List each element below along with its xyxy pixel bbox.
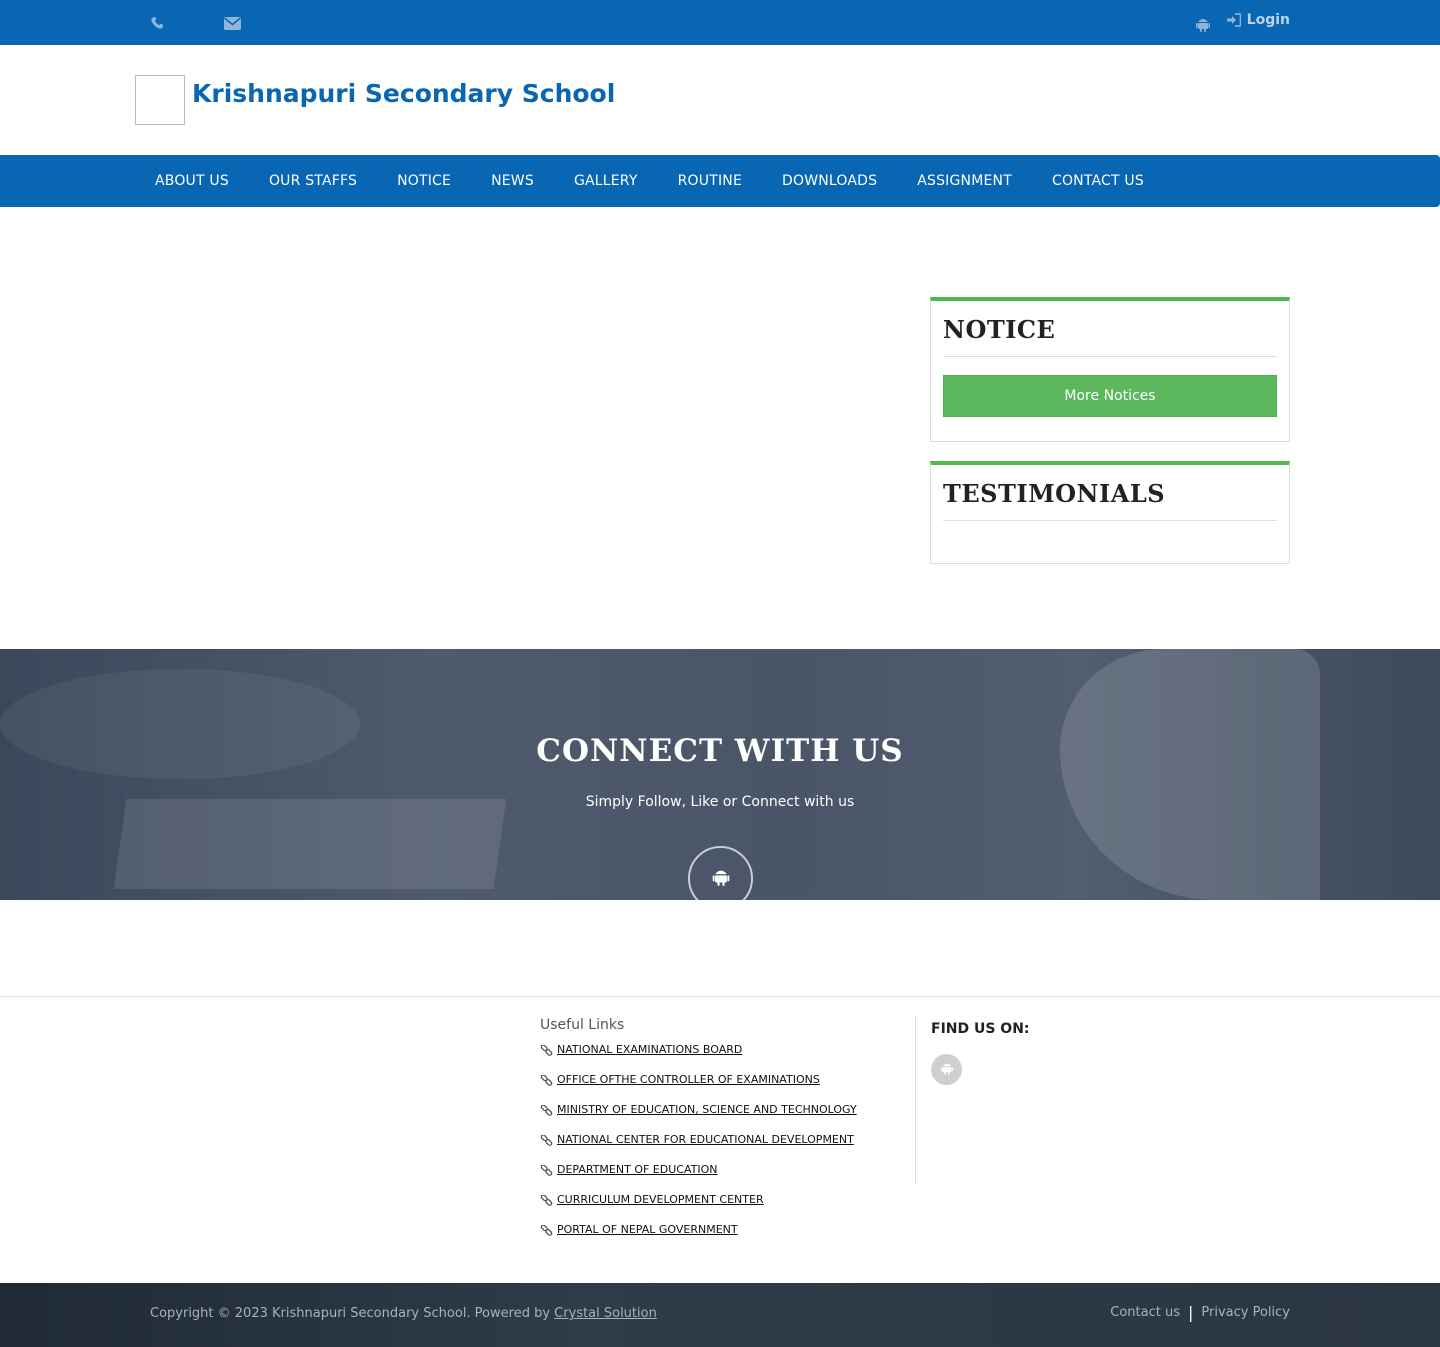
notice-panel: NOTICE More Notices xyxy=(930,297,1290,442)
link-icon xyxy=(540,1073,553,1092)
list-item: PORTAL OF NEPAL GOVERNMENT xyxy=(540,1223,915,1253)
top-bar: Login xyxy=(0,0,1440,45)
privacy-policy-link[interactable]: Privacy Policy xyxy=(1201,1305,1290,1320)
connect-subtitle: Simply Follow, Like or Connect with us xyxy=(585,794,855,810)
link-separator: | xyxy=(1188,1303,1194,1322)
login-link[interactable]: Login xyxy=(1226,12,1290,28)
nav-item-news[interactable]: NEWS xyxy=(471,155,554,207)
link-icon xyxy=(540,1043,553,1062)
contact-us-link[interactable]: Contact us xyxy=(1110,1305,1180,1320)
link-icon xyxy=(540,1103,553,1122)
footer-links-area: Useful Links NATIONAL EXAMINATIONS BOARD… xyxy=(0,996,1440,1283)
android-icon xyxy=(940,1060,953,1079)
useful-links-title: Useful Links xyxy=(540,1017,625,1033)
testimonials-title: TESTIMONIALS xyxy=(943,479,1277,521)
nav-item-our-staffs[interactable]: OUR STAFFS xyxy=(249,155,377,207)
link-icon xyxy=(540,1223,553,1242)
useful-link[interactable]: CURRICULUM DEVELOPMENT CENTER xyxy=(557,1193,764,1206)
school-name[interactable]: Krishnapuri Secondary School xyxy=(192,79,615,108)
envelope-icon[interactable] xyxy=(223,14,241,32)
link-icon xyxy=(540,1163,553,1182)
footer-bottom-bar: Copyright © 2023 Krishnapuri Secondary S… xyxy=(0,1283,1440,1347)
link-icon xyxy=(540,1133,553,1152)
list-item: MINISTRY OF EDUCATION, SCIENCE AND TECHN… xyxy=(540,1103,915,1133)
list-item: CURRICULUM DEVELOPMENT CENTER xyxy=(540,1193,915,1223)
login-label: Login xyxy=(1246,12,1290,28)
list-item: DEPARTMENT OF EDUCATION xyxy=(540,1163,915,1193)
nav-item-about-us[interactable]: ABOUT US xyxy=(135,155,249,207)
nav-item-gallery[interactable]: GALLERY xyxy=(554,155,658,207)
nav-item-downloads[interactable]: DOWNLOADS xyxy=(762,155,897,207)
connect-title: CONNECT WITH US xyxy=(536,733,904,769)
social-android-link[interactable] xyxy=(931,1054,962,1085)
useful-link[interactable]: MINISTRY OF EDUCATION, SCIENCE AND TECHN… xyxy=(557,1103,857,1116)
useful-links: Useful Links NATIONAL EXAMINATIONS BOARD… xyxy=(540,1017,915,1253)
connect-section: CONNECT WITH US Simply Follow, Like or C… xyxy=(0,649,1440,900)
copyright-text: Copyright © 2023 Krishnapuri Secondary S… xyxy=(150,1306,555,1321)
copyright: Copyright © 2023 Krishnapuri Secondary S… xyxy=(150,1306,657,1321)
list-item: OFFICE OFTHE CONTROLLER OF EXAMINATIONS xyxy=(540,1073,915,1103)
testimonials-panel: TESTIMONIALS xyxy=(930,461,1290,564)
school-logo[interactable] xyxy=(135,75,185,125)
phone-icon[interactable] xyxy=(148,14,166,32)
list-item: NATIONAL EXAMINATIONS BOARD xyxy=(540,1043,915,1073)
link-icon xyxy=(540,1193,553,1212)
more-notices-button[interactable]: More Notices xyxy=(943,375,1277,417)
footer-bottom-links: Contact us | Privacy Policy xyxy=(1110,1303,1290,1322)
useful-link[interactable]: DEPARTMENT OF EDUCATION xyxy=(557,1163,717,1176)
android-icon xyxy=(712,867,730,890)
sign-in-icon xyxy=(1226,13,1241,27)
useful-link[interactable]: OFFICE OFTHE CONTROLLER OF EXAMINATIONS xyxy=(557,1073,820,1086)
find-us-title: FIND US ON: xyxy=(931,1021,1030,1037)
android-icon[interactable] xyxy=(1194,15,1212,33)
main-nav: ABOUT US OUR STAFFS NOTICE NEWS GALLERY … xyxy=(0,155,1440,207)
list-item: NATIONAL CENTER FOR EDUCATIONAL DEVELOPM… xyxy=(540,1133,915,1163)
nav-item-assignment[interactable]: ASSIGNMENT xyxy=(897,155,1032,207)
social-android-button[interactable] xyxy=(688,846,753,900)
useful-link[interactable]: NATIONAL CENTER FOR EDUCATIONAL DEVELOPM… xyxy=(557,1133,854,1146)
nav-item-routine[interactable]: ROUTINE xyxy=(658,155,762,207)
notice-title: NOTICE xyxy=(943,315,1277,357)
column-divider xyxy=(915,1015,916,1185)
nav-item-contact-us[interactable]: CONTACT US xyxy=(1032,155,1164,207)
nav-item-notice[interactable]: NOTICE xyxy=(377,155,471,207)
site-header: Krishnapuri Secondary School xyxy=(0,45,1440,155)
find-us-section: FIND US ON: xyxy=(931,1021,1030,1085)
powered-by-link[interactable]: Crystal Solution xyxy=(554,1306,657,1321)
useful-link[interactable]: PORTAL OF NEPAL GOVERNMENT xyxy=(557,1223,738,1236)
useful-link[interactable]: NATIONAL EXAMINATIONS BOARD xyxy=(557,1043,742,1056)
